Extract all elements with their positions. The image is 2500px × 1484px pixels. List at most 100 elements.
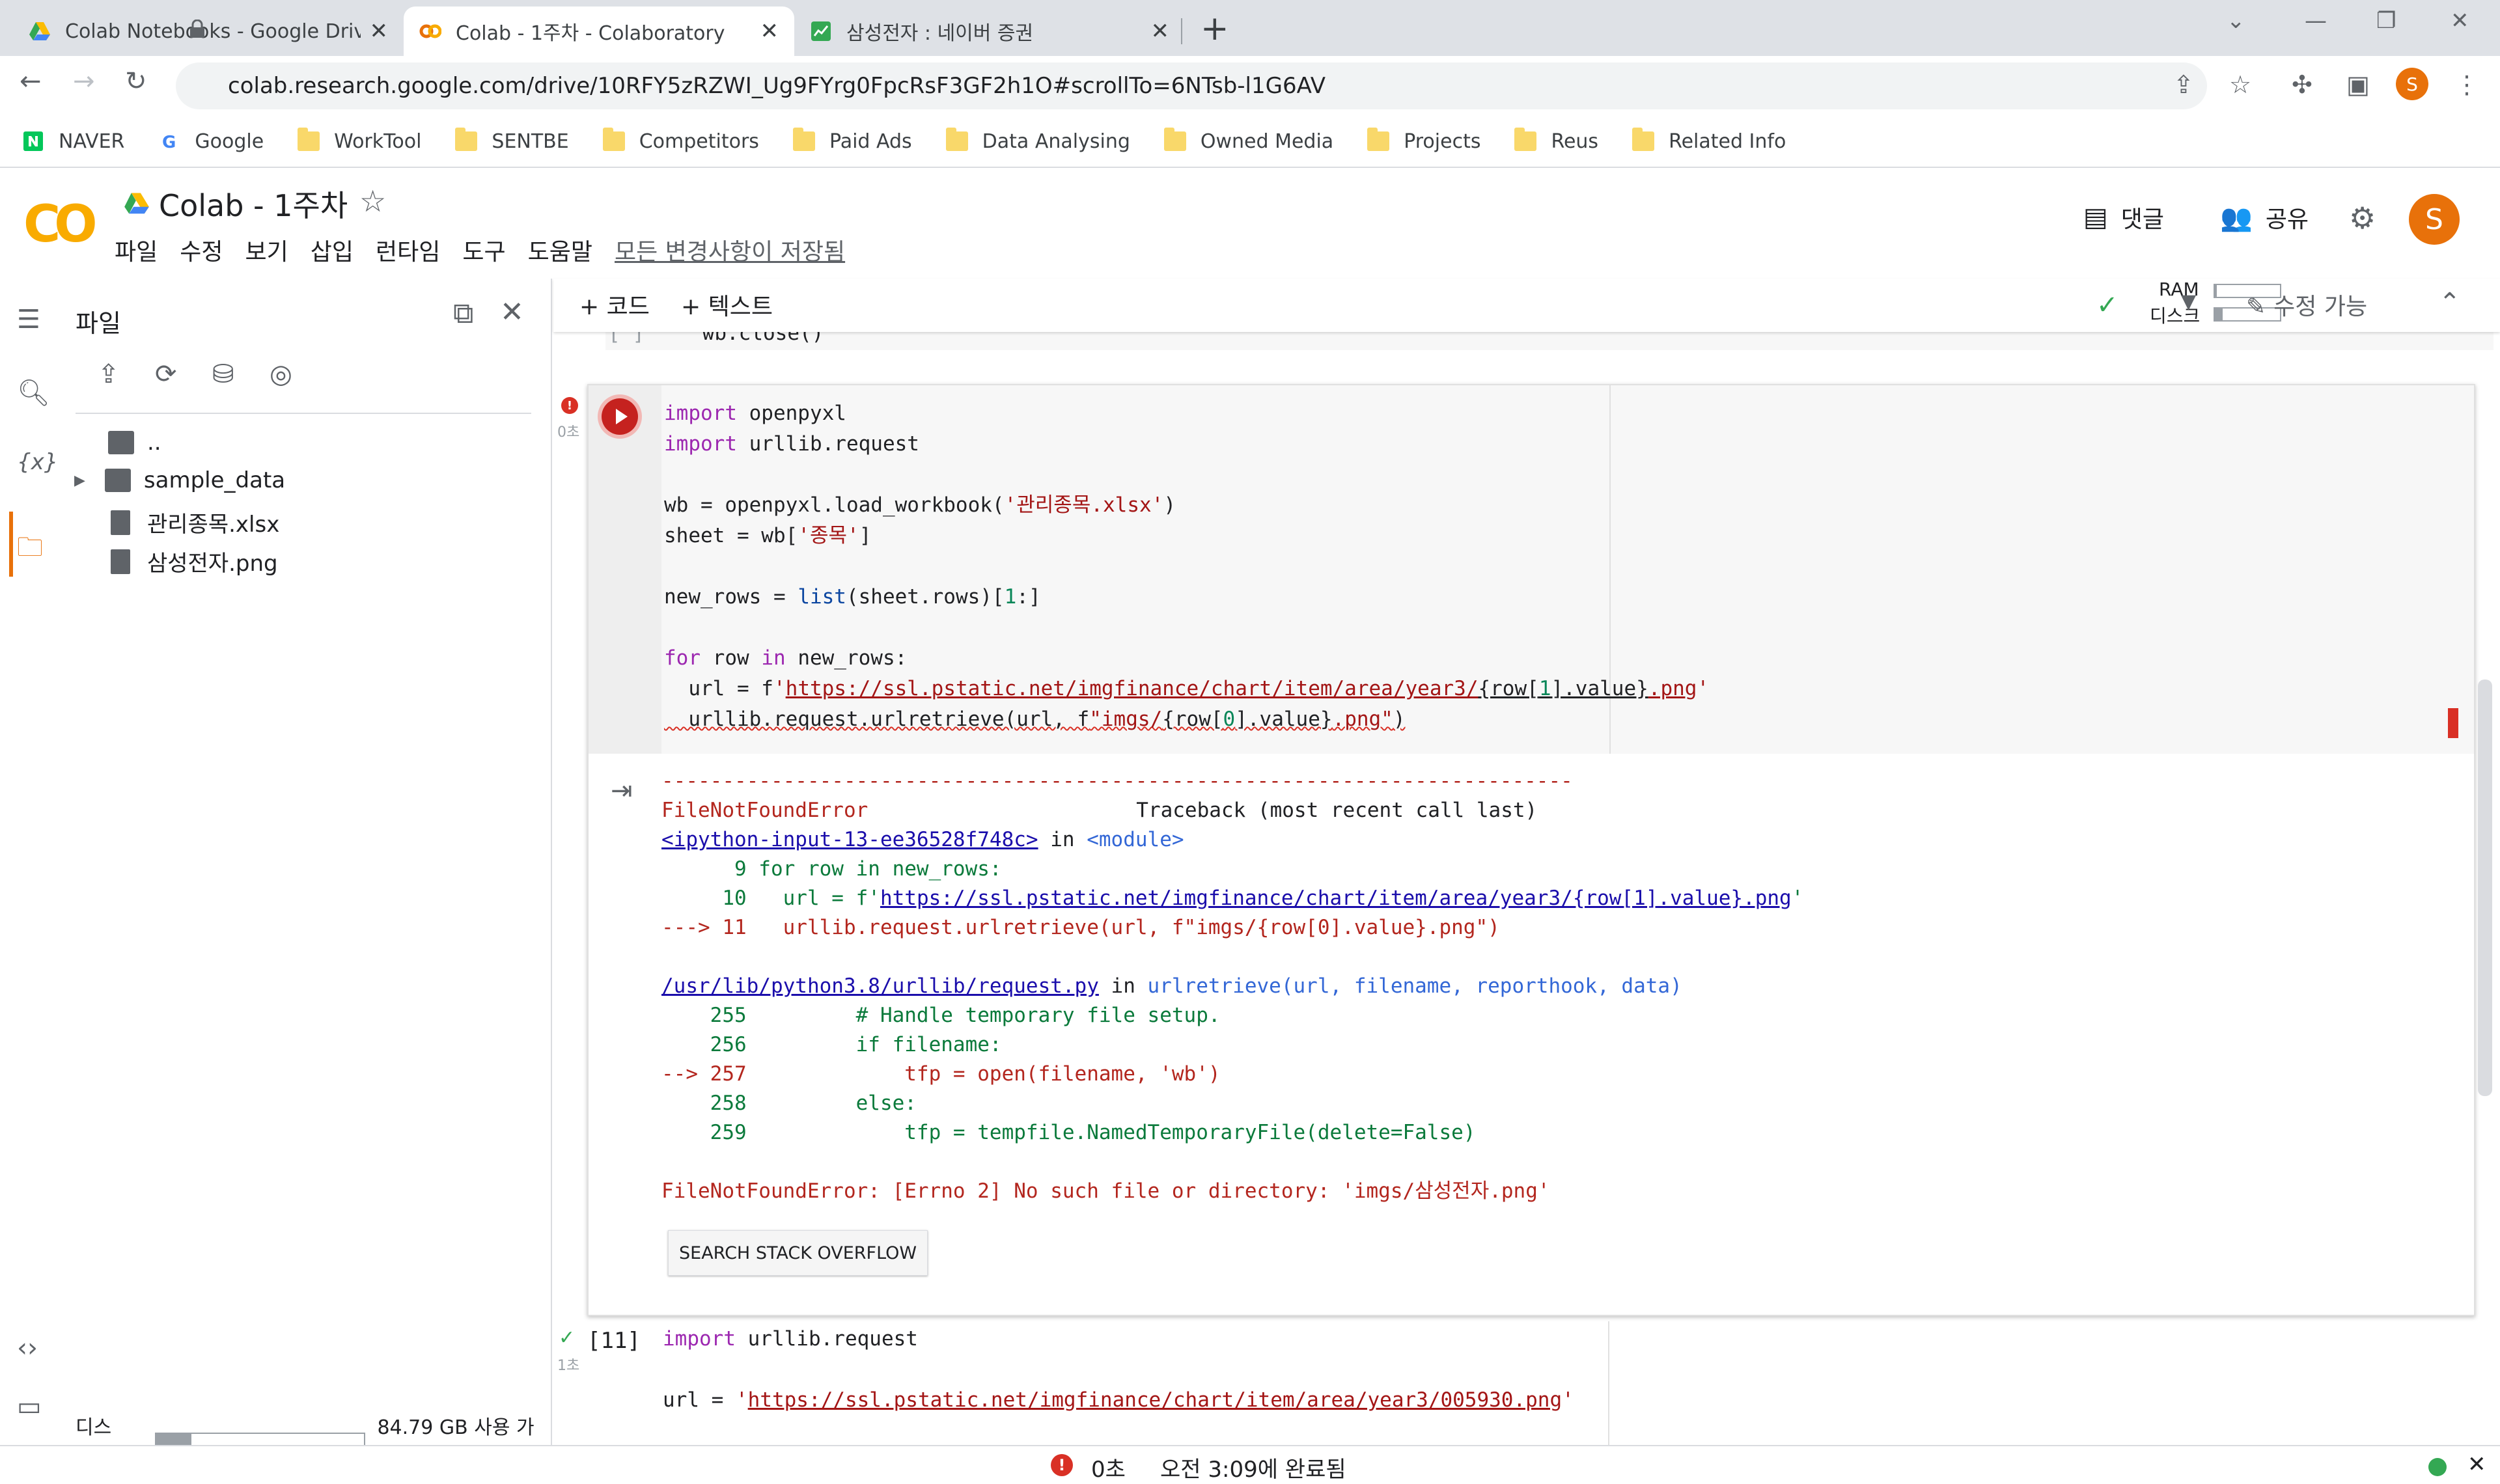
- close-icon[interactable]: ✕: [370, 18, 389, 44]
- menu-help[interactable]: 도움말: [528, 233, 592, 267]
- files-panel: 파일 ⧉ ✕ ⇪ ⟳ ⛁ ◎ .. ▶ sample_data 관리종목.xls…: [56, 279, 552, 1468]
- connected-check-icon: ✓: [2096, 290, 2118, 320]
- folder-icon: [1632, 128, 1655, 151]
- disk-bar-fill: [2215, 309, 2223, 320]
- people-icon: 👥: [2220, 202, 2253, 233]
- restore-icon[interactable]: ❐: [2376, 8, 2396, 34]
- bookmark-folder-projects[interactable]: Projects: [1367, 128, 1481, 153]
- side-panel-icon[interactable]: ▣: [2346, 70, 2370, 99]
- browser-profile-avatar[interactable]: S: [2396, 68, 2428, 100]
- tree-file-png[interactable]: 삼성전자.png: [108, 545, 278, 577]
- tab-google-drive[interactable]: Colab Notebooks - Google Driv ✕: [13, 7, 404, 56]
- extensions-icon[interactable]: ✣: [2292, 70, 2312, 99]
- upload-icon[interactable]: ⇪: [98, 359, 129, 391]
- close-panel-icon[interactable]: ✕: [500, 295, 524, 329]
- bookmark-naver[interactable]: NAVER: [22, 130, 124, 153]
- save-status[interactable]: 모든 변경사항이 저장됨: [615, 233, 845, 267]
- url-text: colab.research.google.com/drive/10RFY5zR…: [228, 73, 1326, 99]
- search-icon[interactable]: 🔍︎: [17, 378, 50, 408]
- window-close-icon[interactable]: ✕: [2451, 8, 2469, 34]
- comments-button[interactable]: ▤ 댓글: [2083, 200, 2164, 234]
- bookmark-folder-worktool[interactable]: WorkTool: [298, 128, 421, 153]
- parent-folder-icon: [108, 431, 134, 454]
- menu-runtime[interactable]: 런타임: [376, 233, 440, 267]
- refresh-icon[interactable]: ⟳: [155, 359, 186, 391]
- reload-icon[interactable]: ↻: [125, 66, 147, 96]
- account-avatar[interactable]: S: [2409, 194, 2460, 245]
- menu-file[interactable]: 파일: [115, 233, 158, 267]
- code-cell[interactable]: import openpyxl import urllib.request wb…: [587, 384, 2475, 1316]
- notebook-title[interactable]: Colab - 1주차: [124, 182, 348, 225]
- close-icon[interactable]: ✕: [760, 18, 779, 44]
- new-tab-button[interactable]: +: [1201, 9, 1229, 48]
- ipython-input-link[interactable]: <ipython-input-13-ee36528f748c>: [661, 828, 1038, 851]
- menu-insert[interactable]: 삽입: [311, 233, 354, 267]
- files-folder-icon[interactable]: 🗀: [17, 529, 43, 573]
- traceback-dashes: ----------------------------------------…: [661, 769, 1573, 793]
- open-in-tab-icon[interactable]: ⧉: [453, 297, 473, 330]
- bookmark-folder-sentbe[interactable]: SENTBE: [455, 128, 569, 153]
- notebook-title-text[interactable]: Colab - 1주차: [159, 182, 348, 225]
- bookmark-folder-related-info[interactable]: Related Info: [1632, 128, 1786, 153]
- search-stack-overflow-button[interactable]: SEARCH STACK OVERFLOW: [668, 1230, 928, 1276]
- minimize-icon[interactable]: —: [2305, 8, 2327, 34]
- variables-icon[interactable]: {x}: [17, 449, 58, 475]
- vertical-scrollbar[interactable]: [2478, 680, 2492, 1096]
- traceback-ctx-256: 256 if filename:: [661, 1033, 1002, 1056]
- menu-view[interactable]: 보기: [245, 233, 288, 267]
- bookmark-label: Projects: [1404, 130, 1481, 153]
- code-line-9: for row in new_rows:: [664, 646, 908, 670]
- share-page-icon[interactable]: ⇪: [2173, 70, 2194, 99]
- tab-naver-finance[interactable]: 삼성전자 : 네이버 증권 ✕: [794, 7, 1185, 56]
- mount-drive-icon[interactable]: ⛁: [212, 359, 243, 391]
- back-icon[interactable]: ←: [20, 66, 42, 96]
- settings-gear-icon[interactable]: ⚙: [2349, 200, 2376, 236]
- tree-folder-sample-data[interactable]: ▶ sample_data: [74, 467, 285, 493]
- collapse-header-icon[interactable]: ⌃: [2439, 288, 2461, 318]
- add-code-button[interactable]: + 코드: [579, 288, 650, 322]
- bookmark-folder-owned-media[interactable]: Owned Media: [1163, 128, 1333, 153]
- lock-icon[interactable]: [189, 20, 206, 39]
- folder-icon: [945, 128, 968, 151]
- code-snippets-icon[interactable]: ‹›: [17, 1333, 38, 1363]
- bookmark-folder-competitors[interactable]: Competitors: [602, 128, 759, 153]
- tree-parent-dir[interactable]: ..: [108, 430, 161, 456]
- table-of-contents-icon[interactable]: ☰: [17, 305, 40, 335]
- forward-icon[interactable]: →: [73, 66, 95, 96]
- colab-logo[interactable]: CO: [23, 195, 98, 254]
- edit-mode-label: 수정 가능: [2273, 294, 2368, 320]
- output-actions-icon[interactable]: ⇥: [611, 776, 633, 806]
- bookmark-star-icon[interactable]: ☆: [2229, 70, 2251, 99]
- code-editor[interactable]: import openpyxl import urllib.request wb…: [589, 385, 2474, 754]
- ctx-url-link[interactable]: https://ssl.pstatic.net/imgfinance/chart…: [880, 886, 1792, 910]
- expand-arrow-icon[interactable]: ▶: [74, 473, 85, 489]
- runtime-dropdown-icon[interactable]: ▼: [2181, 290, 2196, 313]
- bookmark-folder-data-analysing[interactable]: Data Analysing: [945, 128, 1130, 153]
- menu-tools[interactable]: 도구: [462, 233, 505, 267]
- code-cell-next[interactable]: ✓ 1초 [11] import urllib.request url = 'h…: [557, 1321, 2475, 1445]
- resources-indicator[interactable]: ✓ RAM 디스크: [1979, 279, 2281, 332]
- notebook-scroll-area[interactable]: [ ] wb.close() ! 0초 import openpyxl impo…: [553, 332, 2500, 1445]
- browser-toolbar: ← → ↻ colab.research.google.com/drive/10…: [0, 56, 2500, 116]
- bookmark-google[interactable]: G Google: [158, 130, 264, 153]
- terminal-icon[interactable]: ▭: [17, 1392, 42, 1422]
- request-py-link[interactable]: /usr/lib/python3.8/urllib/request.py: [661, 974, 1099, 998]
- browser-menu-icon[interactable]: ⋮: [2454, 70, 2479, 99]
- star-notebook-icon[interactable]: ☆: [359, 184, 386, 219]
- menu-edit[interactable]: 수정: [180, 233, 223, 267]
- bookmark-label: Paid Ads: [829, 130, 912, 153]
- share-button[interactable]: 👥 공유: [2220, 200, 2309, 234]
- tab-search-icon[interactable]: ⌄: [2227, 8, 2245, 34]
- edit-mode-button[interactable]: ✎ 수정 가능: [2246, 288, 2367, 322]
- tree-file-xlsx[interactable]: 관리종목.xlsx: [108, 506, 279, 538]
- add-text-button[interactable]: + 텍스트: [681, 288, 773, 322]
- tab-colab[interactable]: Colab - 1주차 - Colaboratory ✕: [404, 7, 794, 56]
- bookmark-folder-reus[interactable]: Reus: [1514, 128, 1598, 153]
- close-status-icon[interactable]: ✕: [2467, 1451, 2486, 1477]
- bookmark-folder-paid-ads[interactable]: Paid Ads: [792, 128, 912, 153]
- hide-files-icon[interactable]: ◎: [270, 359, 301, 391]
- close-icon[interactable]: ✕: [1151, 18, 1170, 44]
- colab-icon: [419, 24, 441, 38]
- run-cell-button[interactable]: [602, 398, 638, 435]
- address-bar[interactable]: colab.research.google.com/drive/10RFY5zR…: [176, 62, 2207, 109]
